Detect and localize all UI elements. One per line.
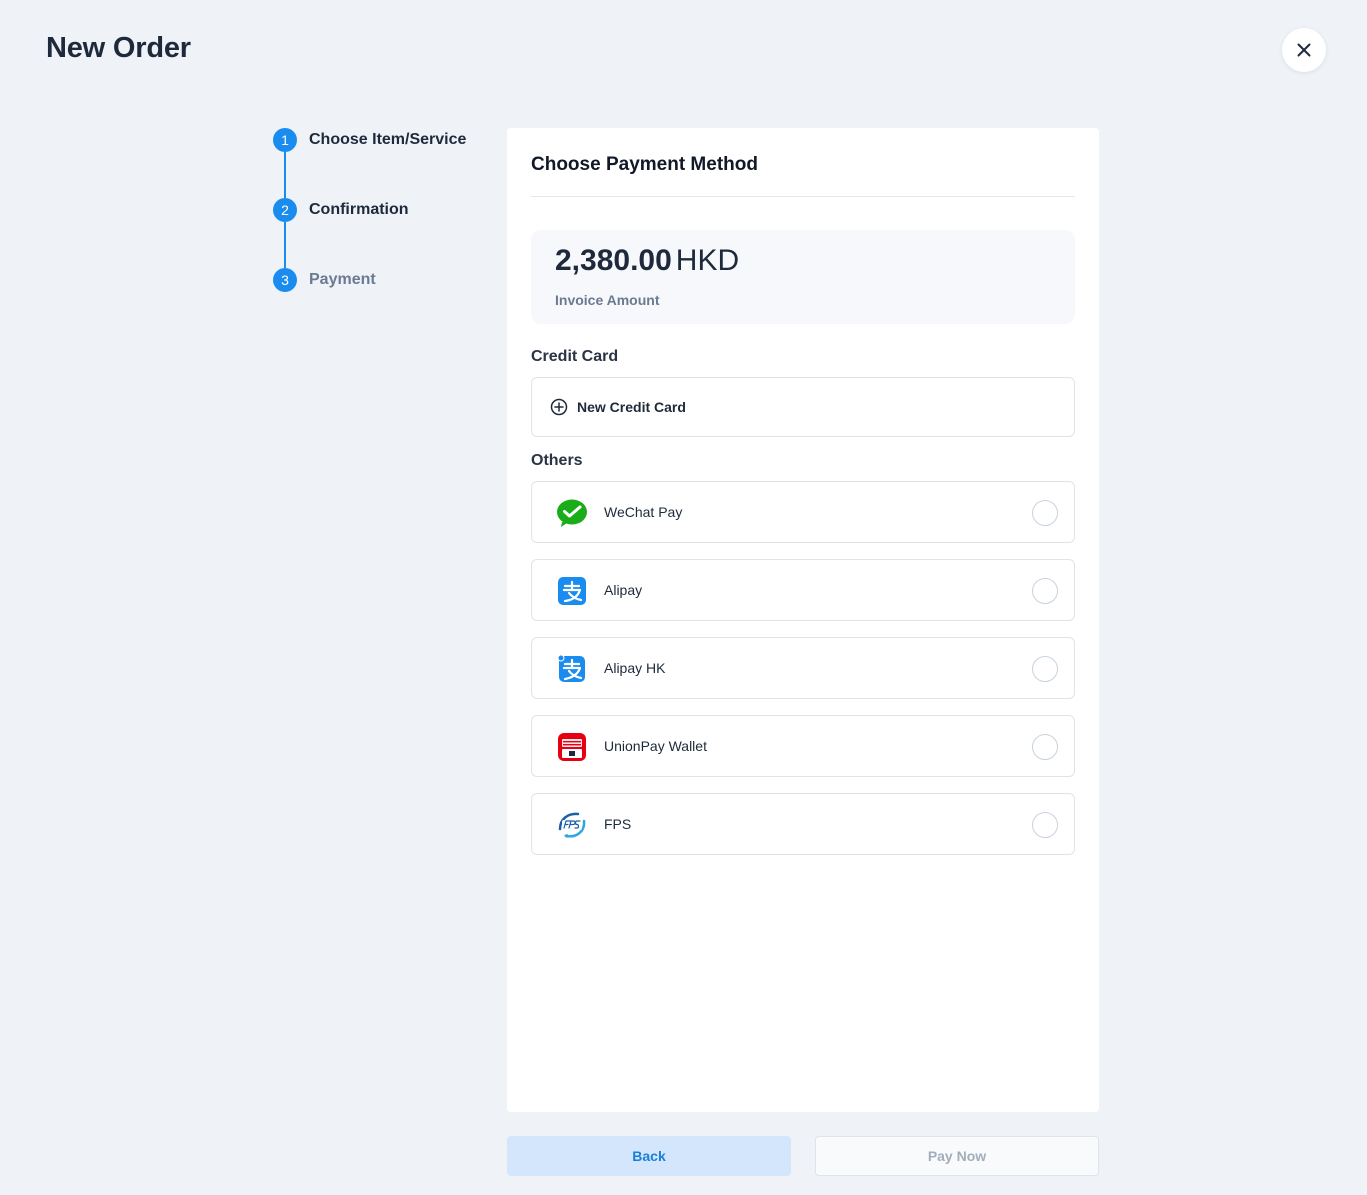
fps-icon — [556, 809, 588, 841]
payment-option-wechat-pay[interactable]: WeChat Pay — [531, 481, 1075, 543]
credit-card-section-label: Credit Card — [531, 348, 619, 365]
step-label: Confirmation — [309, 201, 409, 218]
payment-option-radio[interactable] — [1032, 812, 1058, 838]
payment-option-alipay[interactable]: Alipay — [531, 559, 1075, 621]
payment-option-fps[interactable]: FPS — [531, 793, 1075, 855]
pay-now-button[interactable]: Pay Now — [815, 1136, 1099, 1176]
step-number: 1 — [273, 128, 297, 152]
amount-currency: HKD — [675, 244, 740, 277]
step-confirmation[interactable]: 2 Confirmation — [273, 198, 409, 222]
step-number: 2 — [273, 198, 297, 222]
alipay-hk-icon — [556, 653, 588, 685]
payment-option-radio[interactable] — [1032, 578, 1058, 604]
amount-value: 2,380.00 — [555, 244, 672, 277]
new-order-page: New Order 1 Choose Item/Service 2 Confir… — [0, 0, 1367, 1195]
order-stepper: 1 Choose Item/Service 2 Confirmation 3 P… — [273, 128, 493, 298]
payment-option-radio[interactable] — [1032, 734, 1058, 760]
payment-option-alipay-hk[interactable]: Alipay HK — [531, 637, 1075, 699]
plus-circle-icon — [550, 398, 568, 416]
payment-option-label: WeChat Pay — [604, 504, 683, 520]
alipay-icon — [556, 575, 588, 607]
payment-option-radio[interactable] — [1032, 500, 1058, 526]
step-payment[interactable]: 3 Payment — [273, 268, 376, 292]
payment-option-label: UnionPay Wallet — [604, 738, 707, 754]
payment-option-label: Alipay HK — [604, 660, 666, 676]
step-label: Payment — [309, 271, 376, 288]
page-title: New Order — [46, 32, 191, 64]
unionpay-wallet-icon — [556, 731, 588, 763]
close-icon — [1297, 43, 1311, 57]
amount-label: Invoice Amount — [555, 292, 660, 308]
back-button[interactable]: Back — [507, 1136, 791, 1176]
others-section-label: Others — [531, 452, 583, 469]
step-choose-item[interactable]: 1 Choose Item/Service — [273, 128, 466, 152]
step-connector — [284, 152, 286, 198]
step-label: Choose Item/Service — [309, 131, 467, 148]
card-title: Choose Payment Method — [531, 154, 758, 175]
payment-option-label: FPS — [604, 816, 632, 832]
new-credit-card-label: New Credit Card — [577, 399, 686, 415]
invoice-amount: 2,380.00 HKD — [555, 244, 739, 278]
payment-method-card: Choose Payment Method 2,380.00 HKD Invoic… — [507, 128, 1099, 1112]
divider — [531, 196, 1075, 197]
payment-option-radio[interactable] — [1032, 656, 1058, 682]
payment-option-label: Alipay — [604, 582, 643, 598]
new-credit-card-button[interactable]: New Credit Card — [531, 377, 1075, 437]
close-button[interactable] — [1282, 28, 1326, 72]
step-number: 3 — [273, 268, 297, 292]
payment-option-unionpay-wallet[interactable]: UnionPay Wallet — [531, 715, 1075, 777]
invoice-amount-box: 2,380.00 HKD Invoice Amount — [531, 230, 1075, 324]
wechat-pay-icon — [556, 497, 588, 529]
step-connector — [284, 222, 286, 268]
